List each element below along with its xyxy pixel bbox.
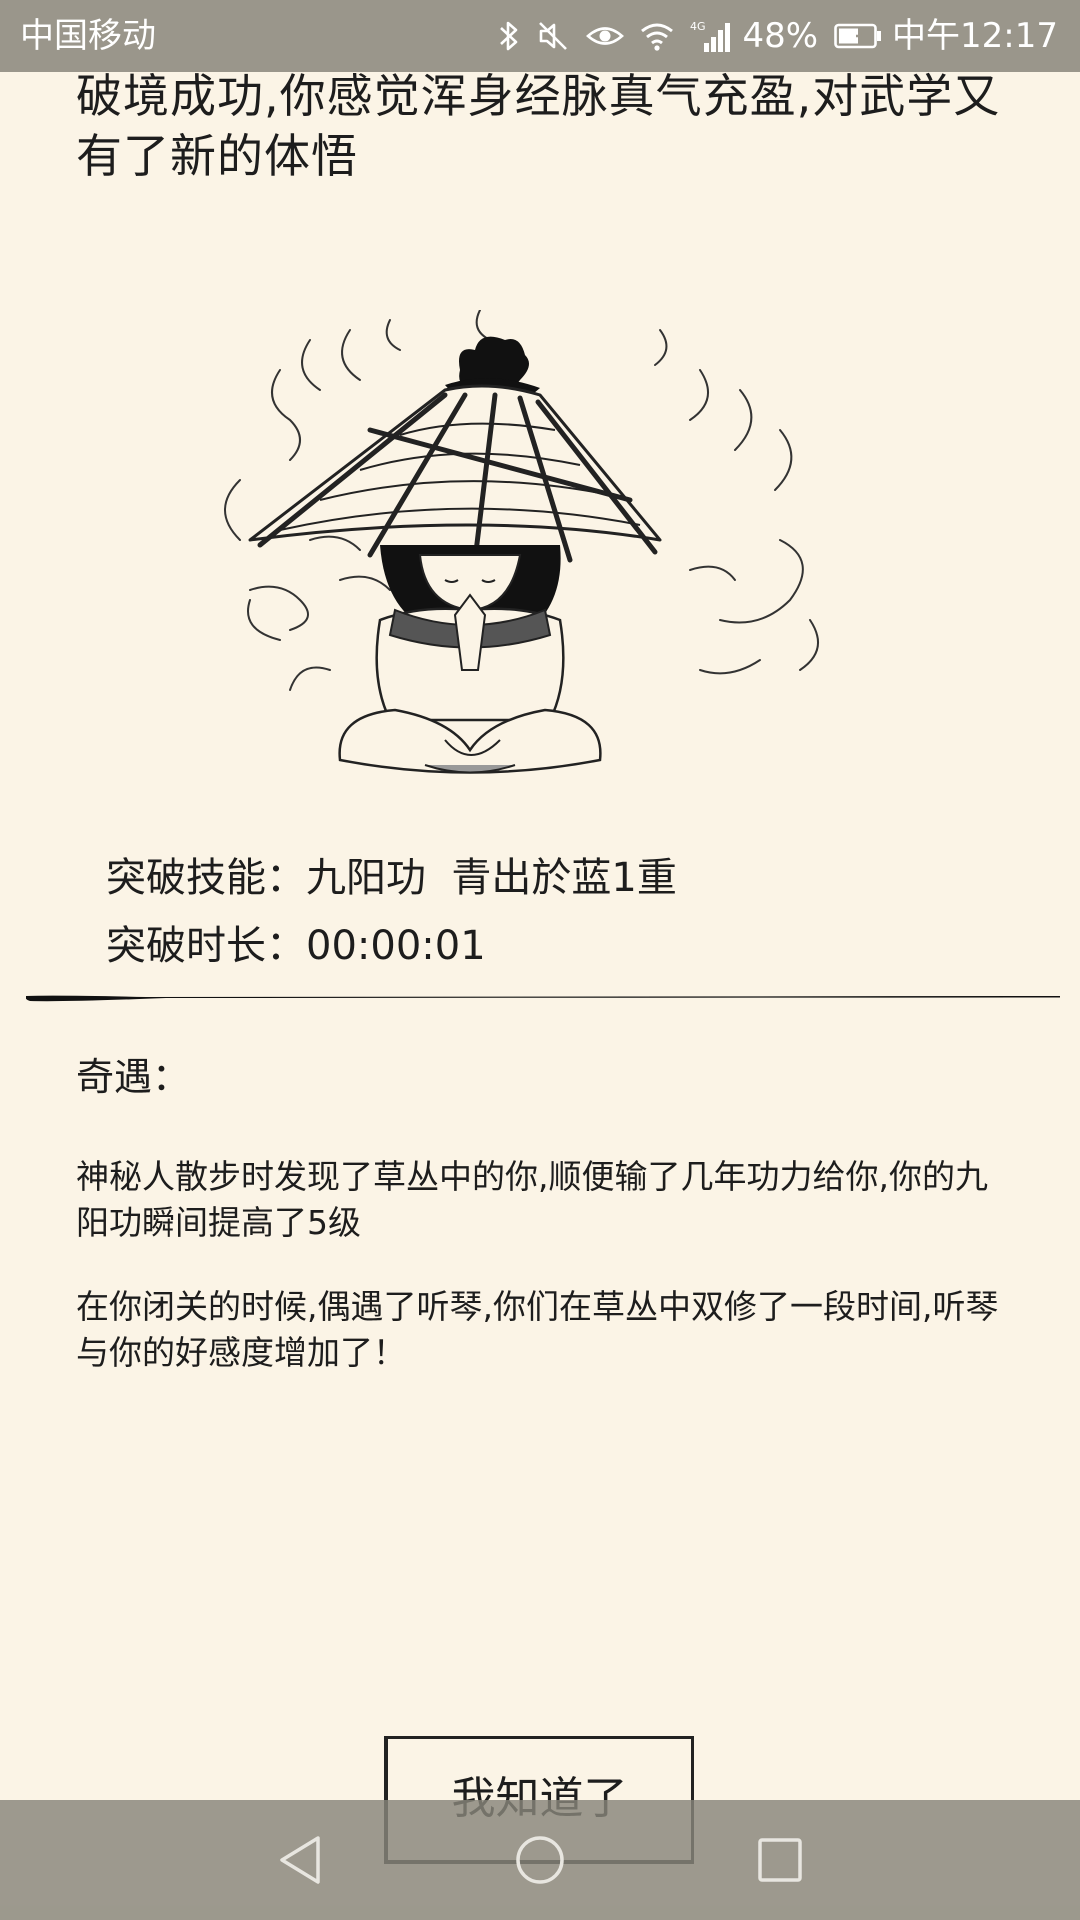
duration-value: 00:00:01 (306, 923, 486, 969)
meditation-illustration (220, 309, 840, 780)
eye-icon (586, 21, 625, 51)
home-icon[interactable] (506, 1826, 574, 1894)
carrier-name: 中国移动 (20, 16, 156, 56)
clock: 中午12:17 (892, 16, 1058, 56)
breakthrough-message: 破境成功,你感觉浑身经脉真气充盈,对武学又有了新的体悟 (76, 69, 1001, 183)
duration-label: 突破时长： (106, 923, 306, 969)
navigation-bar (0, 1800, 1080, 1920)
bluetooth-icon (498, 19, 520, 53)
screen: 中国移动 4G 48% 中午12:17 破境成功,你感觉浑身经脉真气充盈,对武学… (0, 0, 1080, 1920)
encounter-event: 在你闭关的时候,偶遇了听琴,你们在草丛中双修了一段时间,听琴与你的好感度增加了！ (76, 1287, 999, 1372)
back-icon[interactable] (266, 1826, 334, 1894)
network-type-label: 4G (690, 20, 706, 33)
encounter-event: 神秘人散步时发现了草丛中的你,顺便输了几年功力给你,你的九阳功瞬间提高了5级 (76, 1157, 988, 1242)
battery-charging-icon (834, 23, 882, 49)
mute-icon (536, 19, 570, 53)
status-bar: 中国移动 4G 48% 中午12:17 (0, 0, 1080, 72)
skill-label: 突破技能： (106, 855, 306, 901)
breakthrough-info: 突破技能： 九阳功 青出於蓝1重 突破时长： 00:00:01 (106, 850, 677, 986)
section-divider (25, 990, 1060, 1002)
skill-value: 九阳功 青出於蓝1重 (306, 855, 677, 901)
signal-icon: 4G (690, 19, 732, 53)
skill-row: 突破技能： 九阳功 青出於蓝1重 (106, 850, 677, 918)
battery-percent: 48% (742, 16, 819, 56)
duration-row: 突破时长： 00:00:01 (106, 918, 677, 986)
encounter-title: 奇遇： (76, 1055, 191, 1099)
status-icons: 4G 48% 中午12:17 (482, 14, 1058, 58)
recent-apps-icon[interactable] (746, 1826, 814, 1894)
wifi-icon (640, 21, 674, 51)
